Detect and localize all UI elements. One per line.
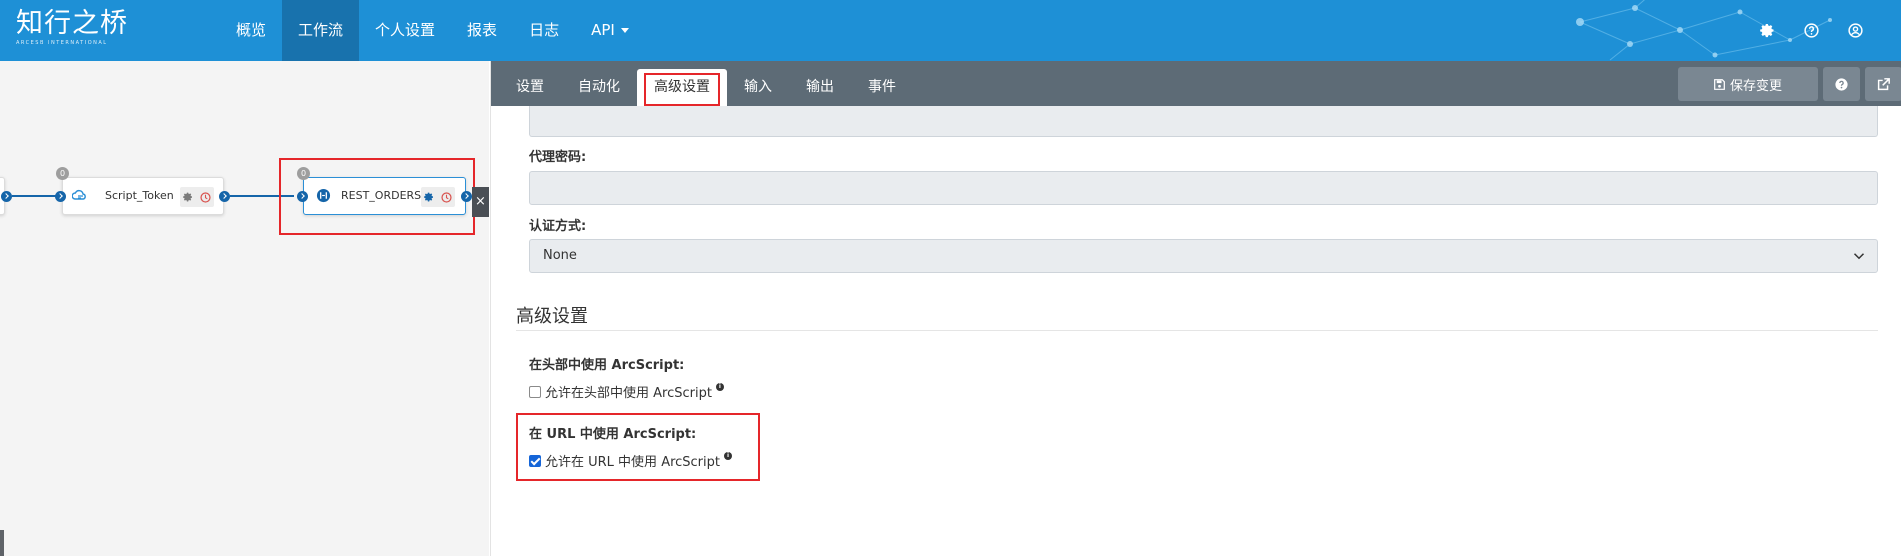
node-badge: 0 xyxy=(297,167,310,180)
user-icon[interactable] xyxy=(1845,21,1865,41)
auth-method-label: 认证方式: xyxy=(529,219,587,234)
info-icon[interactable]: i xyxy=(715,382,724,391)
top-navbar: 知行之桥 ARCESB INTERNATIONAL 概览 工作流 个人设置 报表… xyxy=(0,0,1901,61)
script-icon xyxy=(71,188,88,207)
connector-line xyxy=(12,195,56,197)
external-link-icon xyxy=(1877,77,1890,90)
auth-method-value: None xyxy=(543,248,577,263)
save-changes-button[interactable]: 保存变更 xyxy=(1678,67,1818,101)
chevron-down-icon xyxy=(1853,253,1865,260)
gear-icon[interactable] xyxy=(1757,21,1777,41)
url-arcscript-label: 在 URL 中使用 ArcScript: xyxy=(529,427,697,442)
proxy-password-field[interactable] xyxy=(529,171,1878,205)
help-icon[interactable] xyxy=(1801,21,1821,41)
main-nav: 概览 工作流 个人设置 报表 日志 API xyxy=(220,0,645,61)
info-icon[interactable]: i xyxy=(724,451,732,460)
tab-settings[interactable]: 设置 xyxy=(499,69,561,106)
open-external-button[interactable] xyxy=(1865,67,1901,101)
node-schedule-icon[interactable] xyxy=(441,191,452,203)
header-arcscript-label: 在头部中使用 ArcScript: xyxy=(529,358,685,373)
brand-logo[interactable]: 知行之桥 ARCESB INTERNATIONAL xyxy=(16,8,128,46)
properties-panel: 设置 自动化 高级设置 输入 输出 事件 保存变更 代理密码: 认证方式: No… xyxy=(490,61,1901,556)
input-port[interactable] xyxy=(297,191,308,202)
save-changes-label: 保存变更 xyxy=(1729,78,1782,94)
close-panel-button[interactable]: × xyxy=(472,187,489,217)
output-port[interactable] xyxy=(461,191,472,202)
input-port[interactable] xyxy=(55,191,66,202)
top-icon-group xyxy=(1757,0,1865,61)
previous-field-input[interactable] xyxy=(529,106,1878,137)
node-settings-icon[interactable] xyxy=(183,192,193,202)
section-divider xyxy=(516,330,1878,331)
header-arcscript-check-label[interactable]: 允许在头部中使用 ArcScript xyxy=(545,382,712,401)
nav-overview[interactable]: 概览 xyxy=(220,0,282,61)
tab-highlight-box xyxy=(644,73,720,106)
node-controls xyxy=(180,187,214,207)
panel-tabs: 设置 自动化 高级设置 输入 输出 事件 xyxy=(499,69,913,106)
url-arcscript-row: 允许在 URL 中使用 ArcScript i xyxy=(529,451,732,470)
nav-api-dropdown[interactable]: API xyxy=(575,0,645,61)
url-arcscript-checkbox[interactable] xyxy=(529,454,541,467)
node-label: REST_ORDERS xyxy=(341,189,422,202)
help-button[interactable] xyxy=(1823,67,1860,101)
proxy-password-label: 代理密码: xyxy=(529,150,587,165)
nav-logs[interactable]: 日志 xyxy=(513,0,575,61)
url-arcscript-check-label[interactable]: 允许在 URL 中使用 ArcScript xyxy=(545,451,720,470)
panel-toolbar: 保存变更 xyxy=(1678,67,1901,101)
node-schedule-icon[interactable] xyxy=(200,191,211,203)
tab-bar: 设置 自动化 高级设置 输入 输出 事件 保存变更 xyxy=(491,61,1901,106)
rest-icon xyxy=(316,188,331,207)
advanced-settings-form: 代理密码: 认证方式: None 高级设置 在头部中使用 ArcScript: … xyxy=(491,106,1901,556)
tab-input[interactable]: 输入 xyxy=(727,69,789,106)
tab-events[interactable]: 事件 xyxy=(851,69,913,106)
nav-workflow[interactable]: 工作流 xyxy=(282,0,360,61)
floppy-icon xyxy=(1714,78,1725,90)
tab-output[interactable]: 输出 xyxy=(789,69,851,106)
node-label: Script_Token xyxy=(105,189,174,202)
help-icon xyxy=(1835,77,1848,91)
node-controls xyxy=(421,187,455,207)
auth-method-select[interactable]: None xyxy=(529,239,1878,273)
workflow-node-rest-orders[interactable]: 0 REST_ORDERS xyxy=(297,167,466,215)
caret-down-icon xyxy=(620,28,629,33)
nav-reports[interactable]: 报表 xyxy=(451,0,513,61)
tab-advanced-settings[interactable]: 高级设置 xyxy=(637,69,727,106)
nav-api-label: API xyxy=(591,21,615,39)
workflow-canvas[interactable]: 0 Script_Token 0 REST_ORDERS × xyxy=(0,61,489,556)
workflow-node-script-token[interactable]: 0 Script_Token xyxy=(56,167,224,215)
node-settings-icon[interactable] xyxy=(424,192,434,202)
header-arcscript-checkbox[interactable] xyxy=(529,385,541,398)
header-arcscript-row: 允许在头部中使用 ArcScript i xyxy=(529,382,724,401)
canvas-side-handle[interactable] xyxy=(0,530,4,556)
node-badge: 0 xyxy=(56,167,69,180)
output-port[interactable] xyxy=(1,191,12,202)
nav-profile[interactable]: 个人设置 xyxy=(359,0,451,61)
brand-subtitle: ARCESB INTERNATIONAL xyxy=(16,40,108,46)
section-title-advanced: 高级设置 xyxy=(516,306,588,327)
tab-automation[interactable]: 自动化 xyxy=(561,69,637,106)
output-port[interactable] xyxy=(219,191,230,202)
brand-name: 知行之桥 xyxy=(16,8,128,39)
